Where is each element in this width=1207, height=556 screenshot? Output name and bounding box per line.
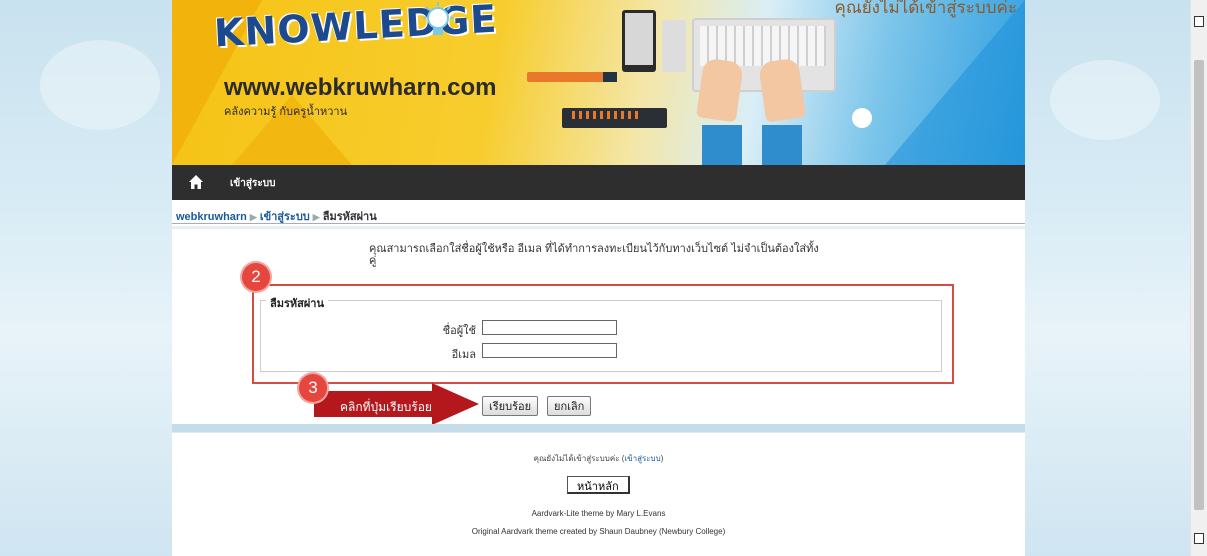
username-label: ชื่อผู้ใช้ [442,325,476,337]
breadcrumb-login[interactable]: เข้าสู่ระบบ [260,211,310,223]
email-label: อีเมล [451,349,476,361]
scrollbar-thumb[interactable] [1194,60,1204,510]
scroll-down-icon[interactable] [1194,533,1204,544]
email-input[interactable] [482,343,617,358]
username-input[interactable] [482,320,617,335]
device-illustration [662,20,686,72]
step2-marker: 2 [242,263,270,291]
sleeve-illustration [702,125,742,165]
header-banner: KNOWLEDGE www.webkruwharn.com คลังความรู… [172,0,1025,165]
background-decoration [40,40,160,130]
banner-login-status: คุณยังไม่ได้เข้าสู่ระบบค่ะ [834,0,1017,17]
site-tagline: คลังความรู้ กับครูน้ำหวาน [224,106,348,118]
divider [172,223,1025,224]
mouse-illustration [852,108,872,128]
hand-illustration [758,57,806,123]
home-icon[interactable] [188,174,204,190]
footer-divider [172,432,1025,433]
footer-divider [172,424,1025,432]
lightbulb-icon [423,2,454,35]
forgot-password-fieldset [260,300,942,372]
vertical-scrollbar[interactable] [1190,0,1207,556]
step3-marker: 3 [299,374,327,402]
divider [172,226,1025,229]
login-status: คุณยังไม่ได้เข้าสู่ระบบค่ะ (เข้าสู่ระบบ) [172,452,1025,465]
phone-illustration [622,10,656,72]
login-status-text: ) [660,454,664,463]
breadcrumb-separator-icon: ▶ [249,212,257,222]
fieldset-legend: ลืมรหัสผ่าน [266,294,329,312]
background-decoration [1050,60,1160,140]
top-navbar: เข้าสู่ระบบ [172,165,1025,200]
page-container: KNOWLEDGE www.webkruwharn.com คลังความรู… [172,0,1025,556]
sleeve-illustration [762,125,802,165]
submit-button[interactable]: เรียบร้อย [482,396,539,416]
breadcrumb-separator-icon: ▶ [312,212,320,222]
scroll-up-icon[interactable] [1194,16,1204,27]
cancel-button[interactable]: ยกเลิก [547,396,592,416]
login-status-text: คุณยังไม่ได้เข้าสู่ระบบค่ะ ( [533,454,625,463]
breadcrumb-home[interactable]: webkruwharn [176,211,247,223]
nav-login-link[interactable]: เข้าสู่ระบบ [230,176,275,191]
ruler-illustration [562,108,667,128]
arrow-annotation-text: คลิกที่ปุ่มเรียบร้อย [340,400,432,414]
original-theme-credit: Original Aardvark theme created by Shaun… [471,527,726,536]
pen-illustration [527,72,617,82]
theme-credit: Aardvark-Lite theme by Mary L.Evans [531,509,666,518]
form-instructions: คุณสามารถเลือกใส่ชื่อผู้ใช้หรือ อีเมล ที… [369,243,819,267]
site-url: www.webkruwharn.com [224,74,497,101]
hand-illustration [696,57,744,123]
breadcrumb-current: ลืมรหัสผ่าน [322,211,377,223]
footer-login-link[interactable]: เข้าสู่ระบบ [624,454,660,463]
home-button[interactable]: หน้าหลัก [567,476,630,494]
